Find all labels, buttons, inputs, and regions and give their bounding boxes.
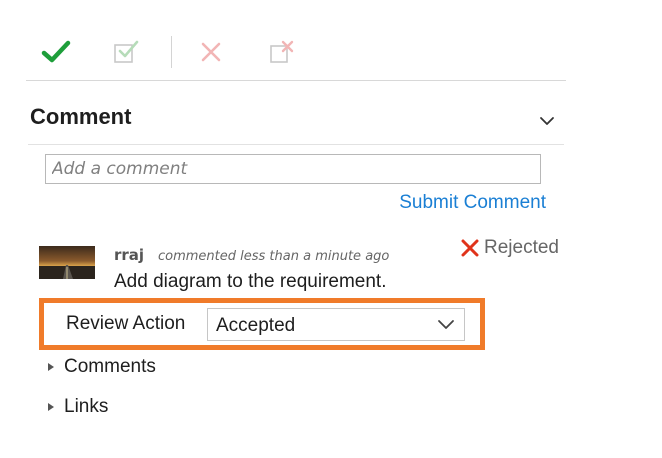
comment-timestamp: commented less than a minute ago	[158, 249, 390, 264]
review-action-label: Review Action	[66, 313, 186, 334]
comment-author[interactable]: rraj	[114, 246, 144, 264]
comment-input[interactable]	[45, 154, 541, 184]
links-expander-label: Links	[64, 396, 109, 417]
avatar	[39, 246, 95, 279]
comments-expander-label: Comments	[64, 356, 156, 377]
status-label: Rejected	[484, 237, 559, 258]
review-action-dropdown[interactable]: Accepted	[207, 308, 465, 341]
expand-arrow-icon	[48, 403, 54, 411]
review-toolbar	[26, 30, 566, 81]
x-icon	[461, 239, 479, 257]
review-action-value: Accepted	[216, 315, 296, 336]
chevron-down-icon	[438, 320, 454, 329]
status-badge: Rejected	[460, 237, 559, 259]
toolbar-separator	[171, 36, 172, 68]
x-note-icon	[270, 40, 294, 63]
checkmark-icon	[41, 40, 71, 63]
x-icon	[201, 42, 221, 62]
expand-arrow-icon	[48, 363, 54, 371]
chevron-down-icon[interactable]	[536, 110, 558, 132]
review-action-row: Review Action Accepted	[39, 298, 485, 350]
reject-button[interactable]	[191, 32, 231, 72]
approve-button[interactable]	[36, 32, 76, 72]
reject-with-comment-button[interactable]	[262, 32, 302, 72]
comment-section-title: Comment	[30, 104, 132, 129]
check-note-icon	[114, 40, 139, 63]
comments-expander[interactable]: Comments	[46, 356, 156, 378]
review-panel: Comment Submit Comment rraj commented le…	[0, 0, 662, 458]
approve-with-comment-button[interactable]	[106, 32, 146, 72]
links-expander[interactable]: Links	[46, 396, 108, 418]
submit-comment-link[interactable]: Submit Comment	[399, 192, 546, 214]
comment-section-header[interactable]: Comment	[28, 96, 564, 145]
comment-text: Add diagram to the requirement.	[114, 271, 387, 292]
